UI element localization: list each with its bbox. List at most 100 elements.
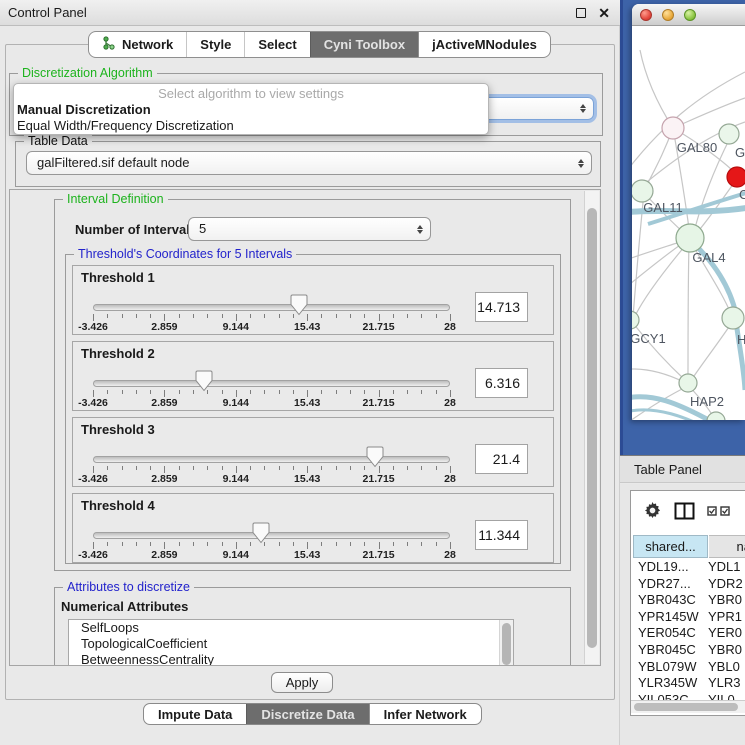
table-panel-title: Table Panel: [634, 462, 702, 477]
network-node[interactable]: [679, 374, 697, 392]
table-row[interactable]: YDL19...YDL1: [631, 559, 745, 576]
column-header-shared-name[interactable]: shared...: [633, 535, 708, 558]
dropdown-option-equal-width[interactable]: Equal Width/Frequency Discretization: [14, 118, 488, 134]
tab-cyni-toolbox[interactable]: Cyni Toolbox: [310, 32, 418, 57]
list-item[interactable]: TopologicalCoefficient: [69, 636, 513, 652]
cell-name: YBR0: [708, 592, 742, 607]
tab-jactivemnodules[interactable]: jActiveMNodules: [418, 32, 550, 57]
slider-track[interactable]: [93, 532, 450, 539]
tab-select[interactable]: Select: [244, 32, 309, 57]
slider-track[interactable]: [93, 456, 450, 463]
table-panel: shared... na YDL19...YDL1YDR27...YDR2YBR…: [620, 484, 745, 745]
cell-name: YDL1: [708, 559, 741, 574]
table-row[interactable]: YER054CYER0: [631, 625, 745, 642]
threshold-value-field[interactable]: 6.316: [475, 368, 528, 398]
network-canvas[interactable]: GAL80GALCGAL11GAL4GCY1HHAP2: [632, 26, 745, 420]
slider-tick-labels: -3.4262.8599.14415.4321.71528: [73, 397, 553, 409]
threshold-value-field[interactable]: 21.4: [475, 444, 528, 474]
column-header-name[interactable]: na: [709, 535, 745, 558]
network-node[interactable]: [719, 124, 739, 144]
table-data-combo[interactable]: galFiltered.sif default node: [26, 151, 592, 175]
network-edge[interactable]: [640, 50, 673, 128]
tick-label: 28: [444, 397, 456, 409]
table-row[interactable]: YBL079WYBL0: [631, 659, 745, 676]
network-node[interactable]: [632, 180, 653, 202]
tick-label: 15.43: [294, 397, 320, 409]
list-item[interactable]: BetweennessCentrality: [69, 652, 513, 666]
network-node-label: HAP2: [690, 394, 724, 409]
network-node[interactable]: [707, 412, 725, 420]
dropdown-option-manual[interactable]: Manual Discretization: [14, 101, 488, 118]
network-desktop: GAL80GALCGAL11GAL4GCY1HHAP2: [620, 0, 745, 455]
scrollbar-thumb[interactable]: [587, 208, 597, 648]
tab-label: jActiveMNodules: [432, 37, 537, 52]
network-edge[interactable]: [692, 321, 733, 379]
table-row[interactable]: YDR27...YDR2: [631, 576, 745, 593]
zoom-traffic-light-icon[interactable]: [684, 9, 696, 21]
list-scrollbar[interactable]: [499, 620, 513, 666]
tab-impute-data[interactable]: Impute Data: [144, 704, 246, 724]
slider-thumb[interactable]: [252, 522, 270, 544]
slider-thumb[interactable]: [195, 370, 213, 392]
cell-shared-name: YBR045C: [631, 642, 708, 657]
list-item[interactable]: SelfLoops: [69, 620, 513, 636]
network-edge[interactable]: [673, 98, 745, 128]
minimize-traffic-light-icon[interactable]: [662, 9, 674, 21]
tab-style[interactable]: Style: [186, 32, 244, 57]
threshold-value-field[interactable]: 14.713: [475, 292, 528, 322]
tab-label: Cyni Toolbox: [324, 37, 405, 52]
tab-infer-network[interactable]: Infer Network: [369, 704, 481, 724]
cell-shared-name: YDR27...: [631, 576, 708, 591]
group-title: Discretization Algorithm: [18, 66, 157, 80]
close-icon[interactable]: ✕: [598, 2, 610, 24]
slider-thumb[interactable]: [290, 294, 308, 316]
settings-scrollbar[interactable]: [584, 191, 599, 664]
table-row[interactable]: YBR045CYBR0: [631, 642, 745, 659]
slider-tick-labels: -3.4262.8599.14415.4321.71528: [73, 473, 553, 485]
tab-network[interactable]: Network: [89, 32, 186, 57]
num-intervals-combo[interactable]: 5: [188, 217, 431, 241]
dropdown-prompt: Select algorithm to view settings: [14, 84, 488, 101]
slider-tick-labels: -3.4262.8599.14415.4321.71528: [73, 321, 553, 333]
network-node[interactable]: [722, 307, 744, 329]
network-node[interactable]: [662, 117, 684, 139]
group-title: Threshold's Coordinates for 5 Intervals: [74, 247, 296, 261]
network-edge[interactable]: [632, 369, 686, 383]
scrollbar-thumb[interactable]: [502, 623, 511, 665]
cell-name: YDR2: [708, 576, 743, 591]
slider-track[interactable]: [93, 380, 450, 387]
select-columns-icon[interactable]: [707, 506, 730, 516]
tick-label: 28: [444, 321, 456, 333]
threshold-value-field[interactable]: 11.344: [475, 520, 528, 550]
gear-icon[interactable]: [644, 502, 661, 524]
network-node-label: C: [739, 187, 745, 202]
slider-thumb[interactable]: [366, 446, 384, 468]
table-row[interactable]: YBR043CYBR0: [631, 592, 745, 609]
network-node[interactable]: [676, 224, 704, 252]
close-traffic-light-icon[interactable]: [640, 9, 652, 21]
tick-label: 21.715: [363, 321, 395, 333]
slider-tick-labels: -3.4262.8599.14415.4321.71528: [73, 549, 553, 561]
tick-label: -3.426: [78, 397, 108, 409]
network-edge[interactable]: [632, 243, 683, 292]
network-window-titlebar[interactable]: [632, 4, 745, 26]
tab-discretize-data[interactable]: Discretize Data: [246, 704, 368, 724]
combo-arrows-icon: [417, 218, 423, 240]
network-node-label: GAL4: [692, 250, 725, 265]
scrollbar-thumb[interactable]: [634, 703, 738, 711]
cell-shared-name: YDL19...: [631, 559, 708, 574]
cell-shared-name: YLR345W: [631, 675, 708, 690]
table-row[interactable]: YPR145WYPR1: [631, 609, 745, 626]
apply-button[interactable]: Apply: [271, 672, 333, 693]
network-icon: [102, 36, 116, 53]
network-node[interactable]: [727, 167, 745, 187]
columns-icon[interactable]: [674, 502, 695, 525]
network-edge[interactable]: [688, 241, 689, 380]
table-row[interactable]: YLR345WYLR3: [631, 675, 745, 692]
slider-track[interactable]: [93, 304, 450, 311]
thresholds-group: Threshold's Coordinates for 5 Intervals …: [65, 254, 561, 564]
network-edge[interactable]: [634, 240, 690, 318]
table-hscrollbar[interactable]: [631, 700, 745, 713]
network-node[interactable]: [632, 311, 639, 329]
float-window-icon[interactable]: [576, 8, 586, 18]
